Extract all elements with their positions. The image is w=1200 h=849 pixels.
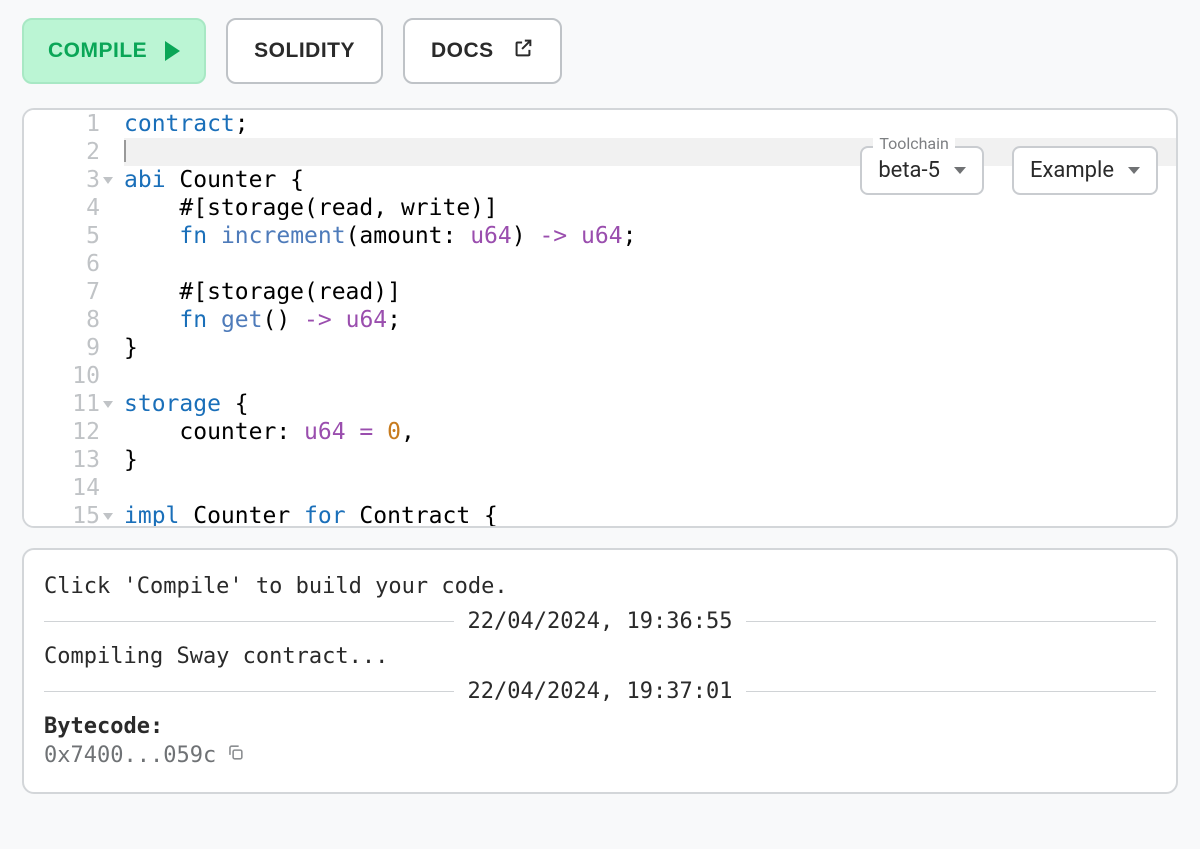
play-icon xyxy=(165,41,180,61)
solidity-button[interactable]: SOLIDITY xyxy=(226,18,383,84)
line-number: 15 xyxy=(24,502,116,528)
toolbar: COMPILE SOLIDITY DOCS xyxy=(22,18,1178,84)
example-label: Example xyxy=(1030,158,1114,183)
line-number: 3 xyxy=(24,166,116,194)
line-number: 9 xyxy=(24,334,116,362)
toolchain-value: beta-5 xyxy=(878,158,940,183)
line-number: 10 xyxy=(24,362,116,390)
line-number: 13 xyxy=(24,446,116,474)
chevron-down-icon xyxy=(954,167,966,174)
toolchain-select[interactable]: beta-5 xyxy=(860,146,984,195)
compile-button[interactable]: COMPILE xyxy=(22,18,206,84)
line-number: 2 xyxy=(24,138,116,166)
divider-line xyxy=(746,691,1156,692)
copy-icon[interactable] xyxy=(226,743,245,768)
text-cursor xyxy=(124,140,126,162)
line-number: 5 xyxy=(24,222,116,250)
line-number: 11 xyxy=(24,390,116,418)
divider-line xyxy=(44,621,454,622)
code-editor[interactable]: 1 2 3 4 5 6 7 8 9 10 11 12 13 14 15 cont… xyxy=(22,108,1178,528)
timestamp-divider: 22/04/2024, 19:36:55 xyxy=(44,609,1156,634)
solidity-label: SOLIDITY xyxy=(254,39,355,63)
line-number: 7 xyxy=(24,278,116,306)
line-gutter: 1 2 3 4 5 6 7 8 9 10 11 12 13 14 15 xyxy=(24,110,116,526)
line-number: 1 xyxy=(24,110,116,138)
line-number: 6 xyxy=(24,250,116,278)
output-message: Compiling Sway contract... xyxy=(44,644,1156,669)
external-link-icon xyxy=(512,37,534,65)
example-select-wrap: Example xyxy=(1012,146,1158,195)
line-number: 4 xyxy=(24,194,116,222)
line-number: 12 xyxy=(24,418,116,446)
docs-label: DOCS xyxy=(431,39,494,63)
example-select[interactable]: Example xyxy=(1012,146,1158,195)
toolchain-select-wrap: beta-5 xyxy=(860,146,984,195)
divider-line xyxy=(44,691,454,692)
compile-label: COMPILE xyxy=(48,39,147,63)
line-number: 8 xyxy=(24,306,116,334)
divider-line xyxy=(746,621,1156,622)
bytecode-value: 0x7400...059c xyxy=(44,743,216,768)
output-panel: Click 'Compile' to build your code. 22/0… xyxy=(22,548,1178,794)
bytecode-row: 0x7400...059c xyxy=(44,743,1156,768)
line-number: 14 xyxy=(24,474,116,502)
chevron-down-icon xyxy=(1128,167,1140,174)
output-message: Click 'Compile' to build your code. xyxy=(44,574,1156,599)
timestamp-divider: 22/04/2024, 19:37:01 xyxy=(44,679,1156,704)
docs-button[interactable]: DOCS xyxy=(403,18,562,84)
bytecode-label: Bytecode: xyxy=(44,714,1156,739)
editor-selects: beta-5 Example xyxy=(860,146,1158,195)
timestamp: 22/04/2024, 19:37:01 xyxy=(468,679,733,704)
timestamp: 22/04/2024, 19:36:55 xyxy=(468,609,733,634)
